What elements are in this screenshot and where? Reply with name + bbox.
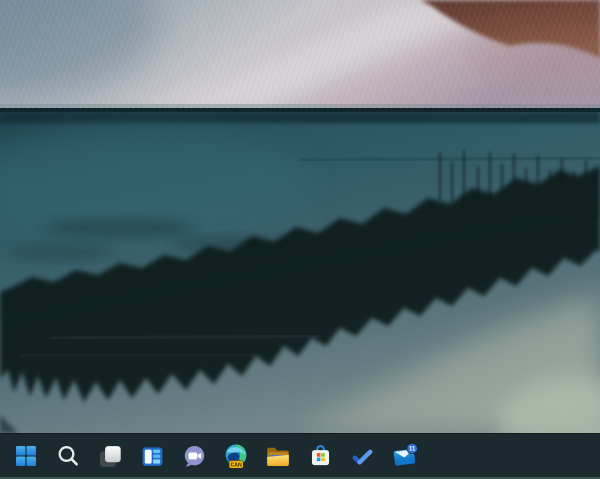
- chat-video-icon: [182, 444, 207, 469]
- todo-check-icon: [350, 444, 375, 469]
- search-icon: [56, 444, 80, 468]
- taskbar-mail-button[interactable]: 11: [384, 436, 424, 476]
- mail-icon: 11: [391, 443, 418, 470]
- file-explorer-icon: [265, 443, 291, 469]
- widgets-icon: [140, 444, 165, 469]
- task-view-icon: [98, 444, 123, 469]
- windows-start-icon: [13, 443, 39, 469]
- edge-canary-badge: CAN: [229, 460, 243, 468]
- taskbar-file-explorer-button[interactable]: [258, 436, 298, 476]
- mail-unread-badge: 11: [406, 443, 417, 454]
- taskbar-chat-button[interactable]: [174, 436, 214, 476]
- taskbar-start-button[interactable]: [6, 436, 46, 476]
- taskbar-search-button[interactable]: [48, 436, 88, 476]
- wallpaper: [0, 0, 600, 433]
- taskbar: CAN: [0, 433, 600, 479]
- mail-unread-badge-text: 11: [408, 446, 415, 452]
- taskbar-store-button[interactable]: [300, 436, 340, 476]
- microsoft-store-icon: [308, 443, 333, 469]
- taskbar-edge-canary-button[interactable]: CAN: [216, 436, 256, 476]
- wallpaper-art: [0, 0, 600, 433]
- edge-canary-icon: CAN: [223, 443, 249, 470]
- taskbar-todo-button[interactable]: [342, 436, 382, 476]
- edge-canary-badge-text: CAN: [230, 462, 241, 468]
- taskbar-task-view-button[interactable]: [90, 436, 130, 476]
- desktop: CAN: [0, 0, 600, 479]
- taskbar-widgets-button[interactable]: [132, 436, 172, 476]
